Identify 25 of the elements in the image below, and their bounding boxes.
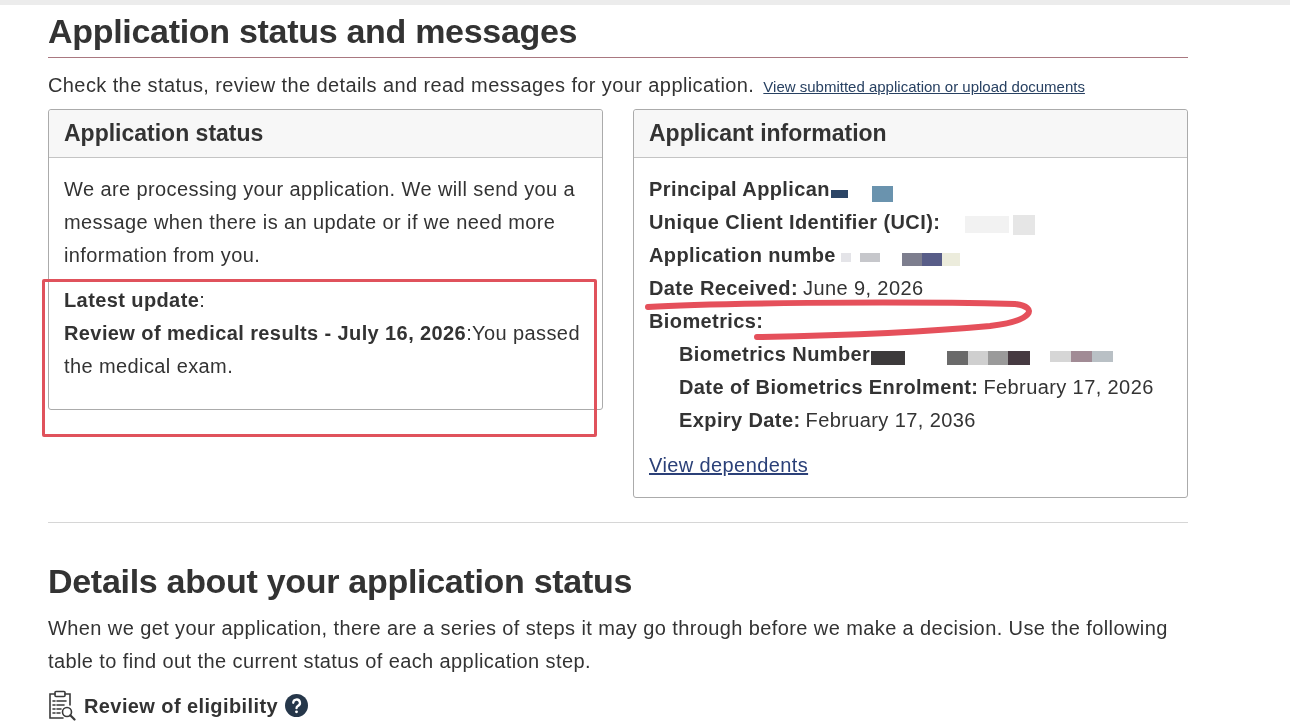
field-label: Expiry Date: [679, 409, 801, 431]
field-label: Date of Biometrics Enrolment: [679, 376, 979, 398]
latest-update-text: Review of medical results - July 16, 2026:You passed the medical exam. [64, 321, 581, 379]
page-title: Application status and messages [48, 11, 578, 52]
view-dependents-link[interactable]: View dependents [649, 449, 809, 482]
latest-update-label: Latest update: [64, 288, 207, 313]
field-label: Unique Client Identifier (UCI): [649, 211, 941, 233]
submitted-application-link[interactable]: View submitted application or upload documents [763, 77, 1085, 97]
card-title: Application status [64, 119, 264, 149]
intro-text: Check the status, review the details and read messages for your application. [48, 73, 755, 98]
details-text: When we get your application, there are a series of steps it may go through before we make a decision. Use the following table to find out the current status of each application step. [48, 616, 1169, 674]
clipboard-magnifier-icon [48, 690, 76, 721]
field-value: February 17, 2026 [983, 376, 1154, 398]
field-label: Biometrics Number [679, 343, 871, 365]
field-label: Principal Applican [649, 178, 830, 200]
field-label: Biometrics: [649, 310, 764, 332]
status-message: We are processing your application. We will send you a message when there is an update or if we need more information from you. [64, 177, 577, 268]
field-value: February 17, 2036 [805, 409, 976, 431]
field-label: Application numbe [649, 244, 836, 266]
step-title: Review of eligibility [84, 693, 278, 719]
card-title: Applicant information [649, 119, 887, 149]
field-value: June 9, 2026 [803, 277, 924, 299]
field-label: Date Received: [649, 277, 798, 299]
section-title: Details about your application status [48, 561, 632, 602]
help-icon[interactable] [285, 694, 308, 717]
